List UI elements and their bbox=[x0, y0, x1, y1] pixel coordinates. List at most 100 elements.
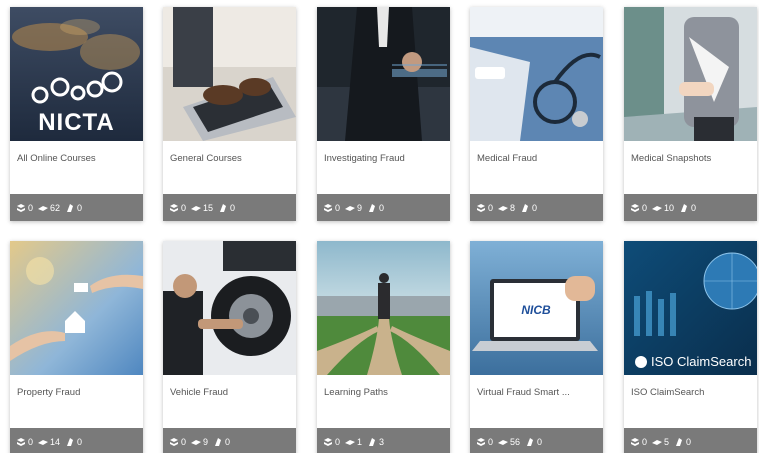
course-thumbnail bbox=[163, 7, 296, 141]
books-icon bbox=[476, 437, 486, 447]
certificates-count: 3 bbox=[379, 436, 385, 447]
books-icon bbox=[169, 203, 179, 213]
courses-count: 0 bbox=[28, 202, 34, 213]
certificates-count: 0 bbox=[225, 436, 231, 447]
modules-stat: 62 bbox=[38, 203, 60, 213]
certificates-count: 0 bbox=[77, 436, 83, 447]
certificates-stat: 0 bbox=[674, 437, 691, 447]
modules-stat: 9 bbox=[191, 437, 208, 447]
modules-count: 9 bbox=[357, 202, 363, 213]
certificates-stat: 0 bbox=[520, 203, 537, 213]
courses-count: 0 bbox=[642, 436, 648, 447]
courses-stat: 0 bbox=[169, 203, 186, 213]
course-title: Vehicle Fraud bbox=[170, 387, 229, 398]
course-card-learning-paths[interactable]: Learning Paths 0 1 3 bbox=[317, 241, 450, 453]
course-thumbnail bbox=[624, 7, 757, 141]
course-card-medical-fraud[interactable]: Medical Fraud 0 8 0 bbox=[470, 7, 603, 221]
nicta-logo: NICTA bbox=[38, 109, 115, 136]
course-catalog-grid: NICTA All Online Courses 0 62 0 General … bbox=[10, 7, 757, 453]
books-icon bbox=[630, 203, 640, 213]
course-title: ISO ClaimSearch bbox=[631, 387, 705, 398]
modules-count: 8 bbox=[510, 202, 516, 213]
certificates-stat: 0 bbox=[65, 437, 82, 447]
courses-count: 0 bbox=[488, 436, 494, 447]
certificates-count: 0 bbox=[77, 202, 83, 213]
module-icon bbox=[498, 203, 509, 213]
course-title: Medical Fraud bbox=[477, 153, 538, 164]
course-card-virtual-fraud-smart[interactable]: NICB Virtual Fraud Smart ... 0 56 0 bbox=[470, 241, 603, 453]
iso-claimsearch-logo: ISO ClaimSearch bbox=[651, 354, 752, 369]
course-title: Learning Paths bbox=[324, 387, 388, 398]
certificate-icon bbox=[65, 203, 75, 213]
courses-stat: 0 bbox=[476, 203, 493, 213]
module-icon bbox=[191, 437, 202, 447]
modules-count: 14 bbox=[50, 436, 61, 447]
course-stats-bar: 0 8 0 bbox=[470, 194, 603, 221]
courses-stat: 0 bbox=[630, 203, 647, 213]
certificates-stat: 0 bbox=[218, 203, 235, 213]
books-icon bbox=[169, 437, 179, 447]
course-card-general-courses[interactable]: General Courses 0 15 0 bbox=[163, 7, 296, 221]
certificates-count: 0 bbox=[230, 202, 236, 213]
courses-stat: 0 bbox=[630, 437, 647, 447]
module-icon bbox=[345, 437, 356, 447]
certificates-count: 0 bbox=[686, 436, 692, 447]
course-thumbnail bbox=[10, 241, 143, 375]
course-thumbnail bbox=[470, 7, 603, 141]
certificate-icon bbox=[213, 437, 223, 447]
courses-count: 0 bbox=[335, 436, 341, 447]
course-card-vehicle-fraud[interactable]: Vehicle Fraud 0 9 0 bbox=[163, 241, 296, 453]
course-card-investigating-fraud[interactable]: Investigating Fraud 0 9 0 bbox=[317, 7, 450, 221]
certificates-count: 0 bbox=[379, 202, 385, 213]
module-icon bbox=[498, 437, 509, 447]
courses-count: 0 bbox=[181, 436, 187, 447]
courses-count: 0 bbox=[181, 202, 187, 213]
course-card-iso-claimsearch[interactable]: ISO ClaimSearch ISO ClaimSearch 0 5 0 bbox=[624, 241, 757, 453]
course-thumbnail bbox=[317, 241, 450, 375]
certificate-icon bbox=[679, 203, 689, 213]
modules-stat: 9 bbox=[345, 203, 362, 213]
certificates-stat: 0 bbox=[367, 203, 384, 213]
modules-stat: 5 bbox=[652, 437, 669, 447]
modules-stat: 10 bbox=[652, 203, 674, 213]
certificates-count: 0 bbox=[537, 436, 543, 447]
course-thumbnail bbox=[317, 7, 450, 141]
course-card-medical-snapshots[interactable]: Medical Snapshots 0 10 0 bbox=[624, 7, 757, 221]
course-card-property-fraud[interactable]: Property Fraud 0 14 0 bbox=[10, 241, 143, 453]
course-thumbnail: NICTA bbox=[10, 7, 143, 141]
certificate-icon bbox=[218, 203, 228, 213]
nicb-logo: NICB bbox=[521, 303, 551, 317]
course-thumbnail bbox=[163, 241, 296, 375]
course-stats-bar: 0 14 0 bbox=[10, 428, 143, 453]
course-stats-bar: 0 5 0 bbox=[624, 428, 757, 453]
course-thumbnail: ISO ClaimSearch bbox=[624, 241, 757, 375]
books-icon bbox=[630, 437, 640, 447]
certificates-stat: 0 bbox=[65, 203, 82, 213]
course-title: General Courses bbox=[170, 153, 242, 164]
certificates-stat: 3 bbox=[367, 437, 384, 447]
certificates-count: 0 bbox=[691, 202, 697, 213]
certificates-stat: 0 bbox=[679, 203, 696, 213]
courses-stat: 0 bbox=[323, 203, 340, 213]
certificate-icon bbox=[367, 203, 377, 213]
course-title: All Online Courses bbox=[17, 153, 96, 164]
course-thumbnail: NICB bbox=[470, 241, 603, 375]
course-stats-bar: 0 15 0 bbox=[163, 194, 296, 221]
certificate-icon bbox=[367, 437, 377, 447]
course-stats-bar: 0 9 0 bbox=[317, 194, 450, 221]
module-icon bbox=[38, 437, 49, 447]
module-icon bbox=[38, 203, 49, 213]
module-icon bbox=[652, 437, 663, 447]
courses-stat: 0 bbox=[476, 437, 493, 447]
courses-count: 0 bbox=[488, 202, 494, 213]
courses-count: 0 bbox=[28, 436, 34, 447]
courses-stat: 0 bbox=[16, 203, 33, 213]
certificate-icon bbox=[525, 437, 535, 447]
modules-count: 1 bbox=[357, 436, 363, 447]
books-icon bbox=[16, 203, 26, 213]
courses-stat: 0 bbox=[323, 437, 340, 447]
courses-stat: 0 bbox=[16, 437, 33, 447]
modules-stat: 56 bbox=[498, 437, 520, 447]
course-stats-bar: 0 9 0 bbox=[163, 428, 296, 453]
course-card-all-online-courses[interactable]: NICTA All Online Courses 0 62 0 bbox=[10, 7, 143, 221]
